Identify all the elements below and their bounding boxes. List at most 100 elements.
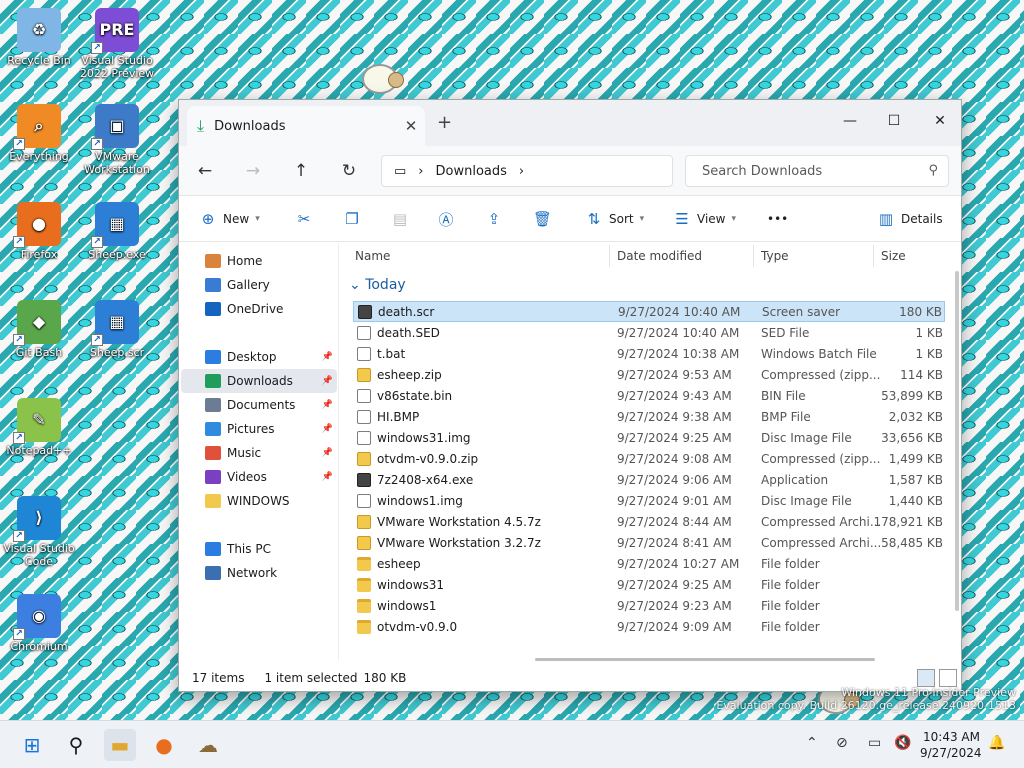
desktop-icon[interactable]: ▦ ↗ Sheep.exe bbox=[78, 202, 156, 261]
tiles-view-icon[interactable] bbox=[939, 669, 957, 687]
minimize-button[interactable]: — bbox=[827, 106, 873, 136]
file-row[interactable]: HI.BMP 9/27/2024 9:38 AM BMP File 2,032 KB bbox=[353, 406, 945, 427]
new-button[interactable]: ⊕ New ▾ bbox=[199, 206, 260, 232]
cut-button[interactable]: ✂ bbox=[295, 206, 313, 232]
tab-downloads[interactable]: ⤓ Downloads ✕ bbox=[187, 106, 425, 146]
file-row[interactable]: 7z2408-x64.exe 9/27/2024 9:06 AM Applicati… bbox=[353, 469, 945, 490]
close-button[interactable]: ✕ bbox=[917, 106, 961, 136]
file-name: t.bat bbox=[377, 346, 406, 361]
chevron-right-icon[interactable]: › bbox=[519, 164, 524, 179]
refresh-icon[interactable]: ↻ bbox=[337, 159, 361, 183]
desktop-icon[interactable]: PRE ↗ Visual Studio 2022 Preview bbox=[78, 8, 156, 80]
search-input[interactable]: Search Downloads ⚲ bbox=[685, 155, 949, 187]
sidebar-item-downloads[interactable]: Downloads 📌 bbox=[181, 369, 337, 393]
firefox-taskbar-icon[interactable]: ● bbox=[148, 729, 180, 761]
sidebar-item-home[interactable]: Home bbox=[181, 249, 337, 273]
sidebar-item-label: Pictures bbox=[227, 422, 275, 436]
file-row[interactable]: otvdm-v0.9.0.zip 9/27/2024 9:08 AM Compres… bbox=[353, 448, 945, 469]
sidebar-item-desktop[interactable]: Desktop 📌 bbox=[181, 345, 337, 369]
column-type[interactable]: Type bbox=[761, 249, 789, 263]
sort-button[interactable]: ⇅ Sort ▾ bbox=[585, 206, 644, 232]
back-arrow-icon[interactable]: ← bbox=[193, 159, 217, 183]
file-row[interactable]: t.bat 9/27/2024 10:38 AM Windows Batch Fil… bbox=[353, 343, 945, 364]
app-icon: ✎ ↗ bbox=[13, 398, 61, 444]
sidebar-item-music[interactable]: Music 📌 bbox=[181, 441, 337, 465]
desktop-icon[interactable]: ● ↗ Firefox bbox=[0, 202, 78, 261]
folder-icon bbox=[357, 577, 371, 592]
file-row[interactable]: esheep.zip 9/27/2024 9:53 AM Compressed (z… bbox=[353, 364, 945, 385]
shortcut-arrow-icon: ↗ bbox=[13, 530, 25, 542]
column-date-modified[interactable]: Date modified bbox=[617, 249, 702, 263]
file-row[interactable]: windows31.img 9/27/2024 9:25 AM Disc Image… bbox=[353, 427, 945, 448]
column-header: Name Date modified Type Size bbox=[345, 243, 961, 271]
paste-button[interactable]: ▤ bbox=[391, 206, 409, 232]
file-date: 9/27/2024 9:09 AM bbox=[617, 619, 732, 634]
new-tab-button[interactable]: + bbox=[437, 112, 452, 133]
file-type: Screen saver bbox=[762, 304, 841, 319]
copy-button[interactable]: ❐ bbox=[343, 206, 361, 232]
details-pane-button[interactable]: ▥ Details bbox=[877, 206, 943, 232]
maximize-button[interactable]: ☐ bbox=[871, 106, 917, 136]
file-row[interactable]: esheep 9/27/2024 10:27 AM File folder bbox=[353, 553, 945, 574]
file-row[interactable]: v86state.bin 9/27/2024 9:43 AM BIN File 53,… bbox=[353, 385, 945, 406]
column-size[interactable]: Size bbox=[881, 249, 906, 263]
sidebar-item-icon bbox=[205, 278, 221, 292]
desktop-icon[interactable]: ⟩ ↗ Visual Studio Code bbox=[0, 496, 78, 568]
sidebar-item-documents[interactable]: Documents 📌 bbox=[181, 393, 337, 417]
network-icon[interactable]: ▭ bbox=[868, 735, 881, 751]
sidebar-item-onedrive[interactable]: OneDrive bbox=[181, 297, 337, 321]
column-name[interactable]: Name bbox=[355, 249, 390, 263]
sidebar-item-icon bbox=[205, 374, 221, 388]
file-row[interactable]: death.scr 9/27/2024 10:40 AM Screen saver 1… bbox=[353, 301, 945, 322]
desktop-icon[interactable]: ▦ ↗ Sheep.scr bbox=[78, 300, 156, 359]
sidebar-item-gallery[interactable]: Gallery bbox=[181, 273, 337, 297]
sheep-taskbar-icon[interactable]: ☁ bbox=[192, 729, 224, 761]
up-arrow-icon[interactable]: ↑ bbox=[289, 159, 313, 183]
search-icon[interactable]: ⚲ bbox=[60, 729, 92, 761]
file-size: 1 KB bbox=[915, 346, 943, 361]
file-row[interactable]: windows1.img 9/27/2024 9:01 AM Disc Image … bbox=[353, 490, 945, 511]
file-row[interactable]: windows31 9/27/2024 9:25 AM File folder bbox=[353, 574, 945, 595]
file-row[interactable]: VMware Workstation 4.5.7z 9/27/2024 8:44 … bbox=[353, 511, 945, 532]
file-row[interactable]: otvdm-v0.9.0 9/27/2024 9:09 AM File folder bbox=[353, 616, 945, 637]
details-view-icon[interactable] bbox=[917, 669, 935, 687]
address-bar[interactable]: ▭ › Downloads › bbox=[381, 155, 673, 187]
share-button[interactable]: ⇪ bbox=[485, 206, 503, 232]
file-date: 9/27/2024 9:01 AM bbox=[617, 493, 732, 508]
clock[interactable]: 10:43 AM 9/27/2024 bbox=[920, 729, 982, 761]
sidebar-item-this-pc[interactable]: This PC bbox=[181, 537, 337, 561]
desktop-icon[interactable]: ⌕ ↗ Everything bbox=[0, 104, 78, 163]
sidebar-item-windows[interactable]: WINDOWS bbox=[181, 489, 337, 513]
view-button[interactable]: ☰ View ▾ bbox=[673, 206, 736, 232]
vertical-scrollbar[interactable] bbox=[955, 271, 959, 611]
desktop-icon[interactable]: ◆ ↗ Git Bash bbox=[0, 300, 78, 359]
desktop-icon[interactable]: ◉ ↗ Chromium bbox=[0, 594, 78, 653]
chevron-up-icon[interactable]: ⌃ bbox=[806, 735, 818, 751]
forward-arrow-icon[interactable]: → bbox=[241, 159, 265, 183]
file-row[interactable]: death.SED 9/27/2024 10:40 AM SED File 1 KB bbox=[353, 322, 945, 343]
volume-mute-icon[interactable]: 🔇 bbox=[894, 735, 911, 751]
desktop-icon[interactable]: ✎ ↗ Notepad++ bbox=[0, 398, 78, 457]
desktop-icon[interactable]: ♻ Recycle Bin bbox=[0, 8, 78, 67]
group-header-today[interactable]: ⌄ Today bbox=[349, 277, 406, 293]
horizontal-scrollbar[interactable] bbox=[535, 658, 875, 661]
notification-bell-icon[interactable]: 🔔 bbox=[988, 735, 1005, 751]
sidebar-item-label: Gallery bbox=[227, 278, 270, 292]
wifi-off-icon[interactable]: ⊘ bbox=[836, 735, 848, 751]
sidebar-item-pictures[interactable]: Pictures 📌 bbox=[181, 417, 337, 441]
close-tab-icon[interactable]: ✕ bbox=[397, 117, 425, 135]
shortcut-arrow-icon: ↗ bbox=[13, 628, 25, 640]
sidebar-item-icon bbox=[205, 422, 221, 436]
rename-button[interactable]: Ⓐ bbox=[437, 206, 455, 232]
file-row[interactable]: VMware Workstation 3.2.7z 9/27/2024 8:41 … bbox=[353, 532, 945, 553]
address-location[interactable]: Downloads bbox=[436, 164, 507, 179]
file-explorer-taskbar-icon[interactable]: ▬ bbox=[104, 729, 136, 761]
sidebar-item-videos[interactable]: Videos 📌 bbox=[181, 465, 337, 489]
file-row[interactable]: windows1 9/27/2024 9:23 AM File folder bbox=[353, 595, 945, 616]
delete-button[interactable]: 🗑 bbox=[533, 206, 552, 232]
sidebar-item-network[interactable]: Network bbox=[181, 561, 337, 585]
view-icon: ☰ bbox=[675, 210, 689, 228]
desktop-icon[interactable]: ▣ ↗ VMware Workstation bbox=[78, 104, 156, 176]
start-button[interactable]: ⊞ bbox=[16, 729, 48, 761]
more-options-button[interactable]: ••• bbox=[767, 206, 788, 232]
